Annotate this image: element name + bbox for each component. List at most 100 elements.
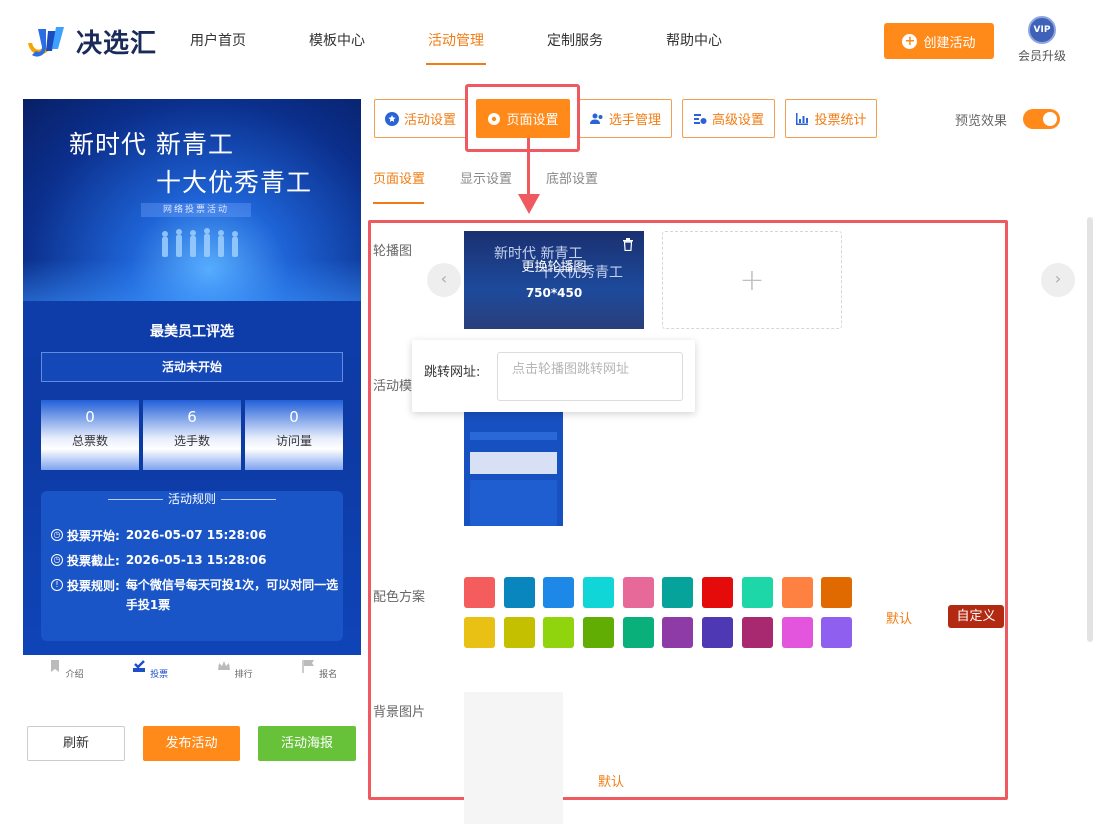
rule-vote-rule: ! 投票规则: 每个微信号每天可投1次，可以对同一选手投1票 bbox=[51, 577, 341, 615]
preview-tab-signup[interactable]: 报名 bbox=[277, 655, 362, 699]
color-swatch-19[interactable] bbox=[781, 617, 813, 648]
template-thumbnail[interactable] bbox=[464, 412, 563, 540]
color-swatches bbox=[464, 577, 854, 648]
rules-heading: 活动规则 bbox=[41, 491, 343, 507]
color-swatch-12[interactable] bbox=[503, 617, 535, 648]
subtab-display-settings[interactable]: 显示设置 bbox=[460, 168, 512, 187]
color-swatch-14[interactable] bbox=[583, 617, 615, 648]
carousel-prev-button[interactable]: ‹ bbox=[427, 263, 461, 297]
annotation-arrow bbox=[527, 138, 530, 198]
banner-title-line2: 十大优秀青工 bbox=[156, 168, 313, 197]
nav-item-activity-management[interactable]: 活动管理 bbox=[426, 22, 486, 65]
logo-mark-icon bbox=[28, 27, 64, 57]
banner-tag: 网络投票活动 bbox=[141, 203, 251, 217]
background-image-slot[interactable] bbox=[464, 692, 563, 824]
color-custom-button[interactable]: 自定义 bbox=[948, 605, 1004, 628]
stat-contestants: 6 选手数 bbox=[143, 400, 241, 470]
subtab-active-indicator bbox=[373, 202, 424, 204]
color-swatch-9[interactable] bbox=[781, 577, 813, 608]
color-swatch-5[interactable] bbox=[622, 577, 654, 608]
link-popover: 跳转网址: bbox=[412, 340, 695, 412]
tab-vote-statistics[interactable]: 投票统计 bbox=[785, 99, 877, 138]
bar-chart-icon bbox=[796, 112, 809, 125]
preview-effect-label: 预览效果 bbox=[955, 114, 1008, 129]
create-activity-button[interactable]: + 创建活动 bbox=[884, 23, 994, 59]
preview-activity-title: 最美员工评选 bbox=[150, 324, 234, 340]
color-swatch-10[interactable] bbox=[821, 577, 853, 608]
preview-rules-card: 活动规则 ◷ 投票开始: 2026-05-07 15:28:06 ◷ 投票截止:… bbox=[41, 491, 343, 641]
preview-tab-intro[interactable]: 介绍 bbox=[23, 655, 108, 699]
activity-poster-button[interactable]: 活动海报 bbox=[258, 726, 356, 761]
stat-value: 0 bbox=[289, 408, 299, 426]
change-carousel-label[interactable]: 更换轮播图 bbox=[464, 256, 644, 275]
subtab-page-settings[interactable]: 页面设置 bbox=[373, 168, 425, 187]
tab-activity-settings[interactable]: 活动设置 bbox=[374, 99, 467, 138]
sliders-icon bbox=[693, 113, 707, 124]
tab-advanced-settings[interactable]: 高级设置 bbox=[682, 99, 775, 138]
publish-activity-button[interactable]: 发布活动 bbox=[143, 726, 240, 761]
activity-template-label: 活动模 bbox=[373, 379, 413, 394]
background-default-button[interactable]: 默认 bbox=[598, 771, 624, 790]
link-url-label: 跳转网址: bbox=[424, 365, 481, 380]
color-default-button[interactable]: 默认 bbox=[886, 608, 912, 627]
clock-icon: ◷ bbox=[51, 529, 63, 541]
color-swatch-1[interactable] bbox=[464, 577, 495, 608]
clock-icon: ◷ bbox=[51, 554, 63, 566]
preview-tab-vote[interactable]: 投票 bbox=[108, 655, 193, 699]
preview-effect-toggle[interactable] bbox=[1023, 109, 1060, 129]
color-swatch-11[interactable] bbox=[464, 617, 495, 648]
refresh-button[interactable]: 刷新 bbox=[27, 726, 125, 761]
carousel-next-button[interactable]: › bbox=[1041, 263, 1075, 297]
stat-total-votes: 0 总票数 bbox=[41, 400, 139, 470]
rule-start-time: ◷ 投票开始: 2026-05-07 15:28:06 bbox=[51, 527, 266, 545]
vip-upgrade[interactable]: VIP 会员升级 bbox=[1012, 16, 1072, 64]
crowd-silhouette-icon bbox=[162, 228, 238, 257]
color-swatch-17[interactable] bbox=[702, 617, 734, 648]
color-swatch-16[interactable] bbox=[662, 617, 694, 648]
color-swatch-15[interactable] bbox=[622, 617, 654, 648]
subtab-footer-settings[interactable]: 底部设置 bbox=[546, 168, 598, 187]
stat-value: 0 bbox=[85, 408, 95, 426]
vote-check-icon bbox=[133, 660, 146, 672]
nav-item-home[interactable]: 用户首页 bbox=[190, 22, 246, 62]
main-nav: 用户首页 模板中心 活动管理 定制服务 帮助中心 bbox=[190, 22, 785, 65]
mobile-preview: 新时代 新青工 十大优秀青工 网络投票活动 最美员工评选 活动未开始 0 总票数… bbox=[23, 99, 361, 655]
color-swatch-7[interactable] bbox=[702, 577, 734, 608]
link-url-input[interactable] bbox=[497, 352, 683, 401]
add-carousel-button[interactable]: + bbox=[662, 231, 842, 329]
stat-label: 访问量 bbox=[275, 434, 312, 448]
color-scheme-label: 配色方案 bbox=[373, 590, 426, 605]
color-swatch-6[interactable] bbox=[662, 577, 694, 608]
nav-item-custom-service[interactable]: 定制服务 bbox=[547, 22, 603, 62]
vip-upgrade-label: 会员升级 bbox=[1017, 49, 1066, 63]
carousel-image[interactable]: 新时代 新青工 十大优秀青工 更换轮播图 750*450 bbox=[464, 231, 644, 329]
flag-icon bbox=[302, 660, 315, 673]
carousel-label: 轮播图 bbox=[373, 244, 413, 259]
nav-item-templates[interactable]: 模板中心 bbox=[309, 22, 365, 62]
color-swatch-8[interactable] bbox=[741, 577, 773, 608]
highlight-frame bbox=[465, 84, 580, 152]
color-swatch-4[interactable] bbox=[583, 577, 615, 608]
preview-stats: 0 总票数 6 选手数 0 访问量 bbox=[41, 400, 343, 470]
color-swatch-18[interactable] bbox=[741, 617, 773, 648]
tab-contestant-management[interactable]: 选手管理 bbox=[579, 99, 672, 138]
brand-logo[interactable]: 决选汇 bbox=[22, 20, 172, 62]
color-swatch-13[interactable] bbox=[543, 617, 575, 648]
stat-label: 总票数 bbox=[71, 434, 108, 448]
color-swatch-2[interactable] bbox=[503, 577, 535, 608]
color-swatch-3[interactable] bbox=[543, 577, 575, 608]
stat-visits: 0 访问量 bbox=[245, 400, 343, 470]
plus-circle-icon: + bbox=[902, 33, 918, 49]
bookmark-icon bbox=[50, 660, 59, 672]
stat-label: 选手数 bbox=[173, 434, 210, 448]
create-activity-label: 创建活动 bbox=[923, 35, 976, 51]
color-swatch-20[interactable] bbox=[821, 617, 853, 648]
brand-name: 决选汇 bbox=[76, 28, 158, 59]
content-scrollbar[interactable] bbox=[1087, 217, 1093, 642]
preview-tab-ranking[interactable]: 排行 bbox=[192, 655, 277, 699]
vip-badge-icon: VIP bbox=[1028, 16, 1056, 44]
carousel-size-label: 750*450 bbox=[525, 286, 583, 300]
preview-status-bar: 活动未开始 bbox=[41, 352, 343, 382]
trash-icon[interactable] bbox=[622, 238, 634, 251]
nav-item-help[interactable]: 帮助中心 bbox=[666, 22, 722, 62]
